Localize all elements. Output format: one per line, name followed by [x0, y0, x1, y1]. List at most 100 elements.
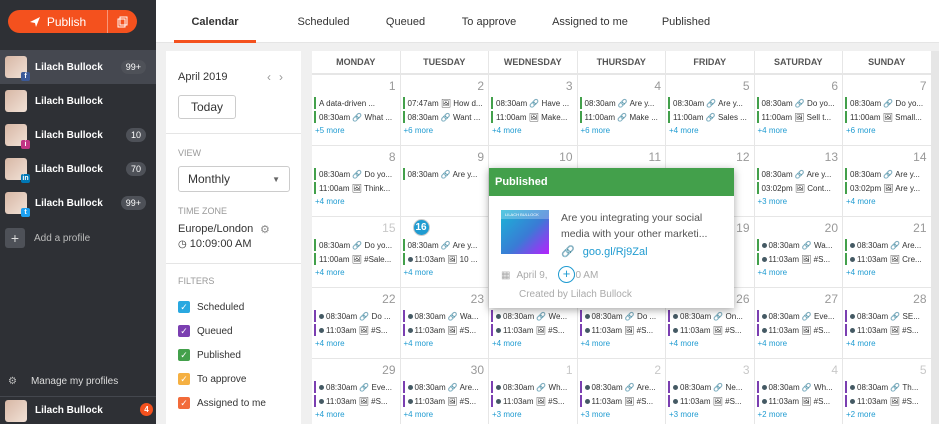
more-posts-link[interactable]: +4 more: [846, 197, 876, 206]
tab-queued[interactable]: Queued: [379, 0, 432, 43]
more-posts-link[interactable]: +4 more: [758, 126, 788, 135]
post-item[interactable]: 11:00am 🖼 Sell t...: [756, 111, 831, 123]
post-item[interactable]: 11:00am 🖼 Think...: [314, 182, 390, 194]
post-item[interactable]: 08:30am 🔗 Wa...: [756, 239, 832, 251]
filter-item[interactable]: ✓ Scheduled: [178, 301, 244, 313]
more-posts-link[interactable]: +4 more: [758, 339, 788, 348]
post-item[interactable]: 11:03am 🖼 #S...: [668, 324, 742, 336]
post-item[interactable]: A data-driven ...: [314, 97, 375, 109]
more-posts-link[interactable]: +4 more: [669, 339, 699, 348]
post-item[interactable]: 03:02pm 🖼 Are y...: [845, 182, 920, 194]
post-item[interactable]: 11:03am 🖼 #S...: [402, 395, 476, 407]
more-posts-link[interactable]: +4 more: [315, 197, 345, 206]
more-posts-link[interactable]: +2 more: [758, 410, 788, 419]
day-cell[interactable]: 15 08:30am 🔗 Do yo... 11:00am 🖼 #Sale... +4…: [312, 217, 400, 287]
post-item[interactable]: 07:47am 🖼 How d...: [402, 97, 483, 109]
more-posts-link[interactable]: +3 more: [581, 410, 611, 419]
more-posts-link[interactable]: +3 more: [492, 410, 522, 419]
more-posts-link[interactable]: +3 more: [758, 197, 788, 206]
post-item[interactable]: 08:30am 🔗 We...: [491, 310, 567, 322]
profile-item[interactable]: i Lilach Bullock 10: [0, 118, 156, 152]
post-item[interactable]: 08:30am 🔗 What ...: [314, 111, 392, 123]
post-item[interactable]: 08:30am 🔗 Do ...: [314, 310, 391, 322]
checkbox-icon[interactable]: ✓: [178, 301, 190, 313]
more-posts-link[interactable]: +4 more: [581, 339, 611, 348]
more-posts-link[interactable]: +4 more: [315, 339, 345, 348]
post-item[interactable]: 08:30am 🔗 Eve...: [756, 310, 835, 322]
checkbox-icon[interactable]: ✓: [178, 325, 190, 337]
more-posts-link[interactable]: +4 more: [404, 268, 434, 277]
profile-item[interactable]: in Lilach Bullock 70: [0, 152, 156, 186]
day-cell[interactable]: 2 08:30am 🔗 Are... 11:03am 🖼 #S... +3 more: [577, 359, 665, 424]
post-item[interactable]: 08:30am 🔗 Th...: [845, 381, 918, 393]
post-item[interactable]: 11:00am 🖼 Small...: [845, 111, 922, 123]
post-item[interactable]: 11:03am 🖼 #S...: [845, 395, 919, 407]
more-posts-link[interactable]: +5 more: [315, 126, 345, 135]
tab-to-approve[interactable]: To approve: [454, 0, 524, 43]
post-item[interactable]: 11:03am 🖼 #S...: [756, 253, 830, 265]
day-cell[interactable]: 3 08:30am 🔗 Have ... 11:00am 🖼 Make... +4 m…: [489, 75, 577, 145]
checkbox-icon[interactable]: ✓: [178, 373, 190, 385]
post-item[interactable]: 11:03am 🖼 #S...: [579, 324, 653, 336]
more-posts-link[interactable]: +2 more: [846, 410, 876, 419]
today-button[interactable]: Today: [178, 95, 236, 119]
notification-badge[interactable]: 4: [140, 403, 153, 416]
post-item[interactable]: 08:30am 🔗 Wa...: [402, 310, 478, 322]
post-item[interactable]: 08:30am 🔗 On...: [668, 310, 743, 322]
post-item[interactable]: 11:00am 🖼 #Sale...: [314, 253, 391, 265]
checkbox-icon[interactable]: ✓: [178, 397, 190, 409]
tab-published[interactable]: Published: [654, 0, 718, 43]
post-item[interactable]: 08:30am 🔗 Do yo...: [314, 239, 392, 251]
post-item[interactable]: 08:30am 🔗 Are y...: [845, 168, 920, 180]
more-posts-link[interactable]: +4 more: [315, 410, 345, 419]
more-posts-link[interactable]: +3 more: [669, 410, 699, 419]
day-cell[interactable]: 13 08:30am 🔗 Are y... 03:02pm 🖼 Cont... +3 …: [754, 146, 842, 216]
filter-item[interactable]: ✓ Published: [178, 349, 241, 361]
more-posts-link[interactable]: +6 more: [404, 126, 434, 135]
tab-calendar[interactable]: Calendar: [174, 0, 256, 43]
post-item[interactable]: 11:00am 🔗 Sales ...: [668, 111, 747, 123]
day-cell[interactable]: 3 08:30am 🔗 Ne... 11:03am 🖼 #S... +3 more: [666, 359, 754, 424]
chevron-left-icon[interactable]: ‹: [267, 70, 279, 84]
day-cell[interactable]: 2 07:47am 🖼 How d... 08:30am 🔗 Want ... +6 …: [400, 75, 488, 145]
post-item[interactable]: 08:30am 🔗 Ne...: [668, 381, 742, 393]
filter-item[interactable]: ✓ Assigned to me: [178, 397, 266, 409]
gear-icon[interactable]: ⚙: [260, 223, 270, 236]
more-posts-link[interactable]: +4 more: [846, 268, 876, 277]
post-item[interactable]: 08:30am 🔗 Eve...: [314, 381, 392, 393]
filter-item[interactable]: ✓ To approve: [178, 373, 246, 385]
post-item[interactable]: 08:30am 🔗 Do yo...: [845, 97, 923, 109]
day-cell[interactable]: 20 08:30am 🔗 Wa... 11:03am 🖼 #S... +4 more: [754, 217, 842, 287]
day-cell[interactable]: 8 08:30am 🔗 Do yo... 11:00am 🖼 Think... +4 …: [312, 146, 400, 216]
publish-main[interactable]: Publish: [8, 15, 107, 29]
post-item[interactable]: 11:03am 🖼 #S...: [314, 324, 388, 336]
post-item[interactable]: 08:30am 🔗 Are y...: [402, 168, 477, 180]
post-item[interactable]: 08:30am 🔗 SE...: [845, 310, 920, 322]
profile-item[interactable]: f Lilach Bullock 99+: [0, 50, 156, 84]
post-item[interactable]: 11:03am 🖼 #S...: [579, 395, 653, 407]
day-cell[interactable]: 21 08:30am 🔗 Are... 11:03am 🖼 Cre... +4 mor…: [843, 217, 931, 287]
more-posts-link[interactable]: +4 more: [315, 268, 345, 277]
post-item[interactable]: 11:03am 🖼 #S...: [491, 324, 565, 336]
add-profile-button[interactable]: + Add a profile: [5, 228, 90, 248]
profile-item[interactable]: Lilach Bullock: [0, 84, 156, 118]
add-post-icon[interactable]: +: [558, 266, 575, 283]
day-cell[interactable]: 4 08:30am 🔗 Wh... 11:03am 🖼 #S... +2 more: [754, 359, 842, 424]
more-posts-link[interactable]: +4 more: [492, 339, 522, 348]
post-item[interactable]: 08:30am 🔗 Do yo...: [756, 97, 835, 109]
filter-item[interactable]: ✓ Queued: [178, 325, 233, 337]
duplicate-button[interactable]: [107, 10, 137, 33]
post-item[interactable]: 11:00am 🔗 Make ...: [579, 111, 658, 123]
post-item[interactable]: 08:30am 🔗 Wh...: [491, 381, 567, 393]
more-posts-link[interactable]: +4 more: [404, 339, 434, 348]
publish-button[interactable]: Publish: [8, 10, 137, 33]
view-select[interactable]: Monthly ▼: [178, 166, 290, 192]
post-item[interactable]: 11:03am 🖼 #S...: [402, 324, 476, 336]
post-link[interactable]: 🔗 goo.gl/Rj9Zal: [561, 245, 648, 259]
post-item[interactable]: 08:30am 🔗 Are y...: [756, 168, 831, 180]
profile-item[interactable]: t Lilach Bullock 99+: [0, 186, 156, 220]
day-cell[interactable]: 1 A data-driven ... 08:30am 🔗 What ... +5 m…: [312, 75, 400, 145]
post-item[interactable]: 08:30am 🔗 Are y...: [579, 97, 654, 109]
post-item[interactable]: 11:03am 🖼 #S...: [756, 395, 830, 407]
post-item[interactable]: 03:02pm 🖼 Cont...: [756, 182, 831, 194]
